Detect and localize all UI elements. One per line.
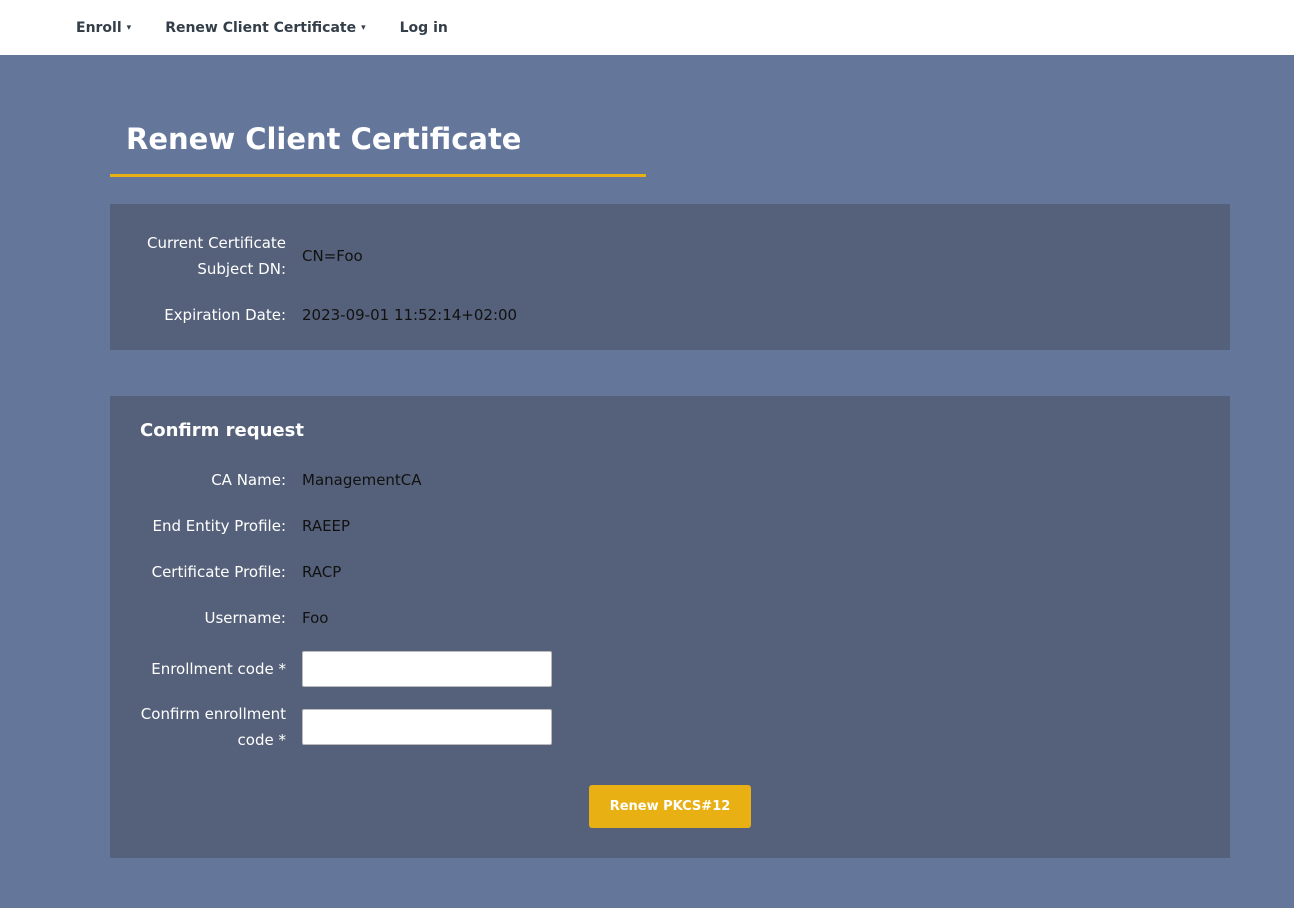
page-title: Renew Client Certificate: [126, 123, 646, 156]
field-label: Enrollment code *: [134, 656, 286, 682]
nav-item-renew-label: Renew Client Certificate: [165, 20, 356, 36]
field-row-end-entity-profile: End Entity Profile: RAEEP: [134, 513, 1206, 539]
nav-item-enroll[interactable]: Enroll ▾: [76, 20, 131, 36]
chevron-down-icon: ▾: [127, 23, 132, 33]
field-row-username: Username: Foo: [134, 605, 1206, 631]
field-row-enrollment-code: Enrollment code *: [134, 651, 1206, 687]
field-row-expiration-date: Expiration Date: 2023-09-01 11:52:14+02:…: [134, 302, 1206, 328]
confirm-enrollment-code-input[interactable]: [302, 709, 552, 745]
enrollment-code-input[interactable]: [302, 651, 552, 687]
confirm-request-panel: Confirm request CA Name: ManagementCA En…: [110, 396, 1230, 858]
field-label: Certificate Profile:: [134, 559, 286, 585]
renew-pkcs12-button[interactable]: Renew PKCS#12: [589, 785, 752, 828]
field-value: CN=Foo: [302, 247, 363, 265]
field-value: RACP: [302, 563, 341, 581]
field-label: Username:: [134, 605, 286, 631]
current-certificate-panel: Current Certificate Subject DN: CN=Foo E…: [110, 204, 1230, 350]
field-label: Confirm enrollment code *: [134, 701, 286, 753]
field-value: RAEEP: [302, 517, 350, 535]
nav-item-log-in[interactable]: Log in: [400, 20, 448, 36]
field-value: 2023-09-01 11:52:14+02:00: [302, 306, 517, 324]
title-block: Renew Client Certificate: [110, 123, 646, 177]
field-label: Current Certificate Subject DN:: [134, 230, 286, 282]
nav-item-login-label: Log in: [400, 20, 448, 36]
field-row-ca-name: CA Name: ManagementCA: [134, 467, 1206, 493]
field-label: Expiration Date:: [134, 302, 286, 328]
field-label: End Entity Profile:: [134, 513, 286, 539]
field-row-confirm-enrollment-code: Confirm enrollment code *: [134, 701, 1206, 753]
top-nav: Enroll ▾ Renew Client Certificate ▾ Log …: [0, 0, 1294, 55]
field-value: Foo: [302, 609, 328, 627]
nav-item-renew-client-certificate[interactable]: Renew Client Certificate ▾: [165, 20, 365, 36]
field-row-subject-dn: Current Certificate Subject DN: CN=Foo: [134, 230, 1206, 282]
main-content: Renew Client Certificate Current Certifi…: [110, 55, 1230, 858]
field-label: CA Name:: [134, 467, 286, 493]
nav-item-enroll-label: Enroll: [76, 20, 122, 36]
field-value: ManagementCA: [302, 471, 422, 489]
field-row-certificate-profile: Certificate Profile: RACP: [134, 559, 1206, 585]
confirm-request-heading: Confirm request: [134, 420, 1206, 441]
chevron-down-icon: ▾: [361, 23, 366, 33]
